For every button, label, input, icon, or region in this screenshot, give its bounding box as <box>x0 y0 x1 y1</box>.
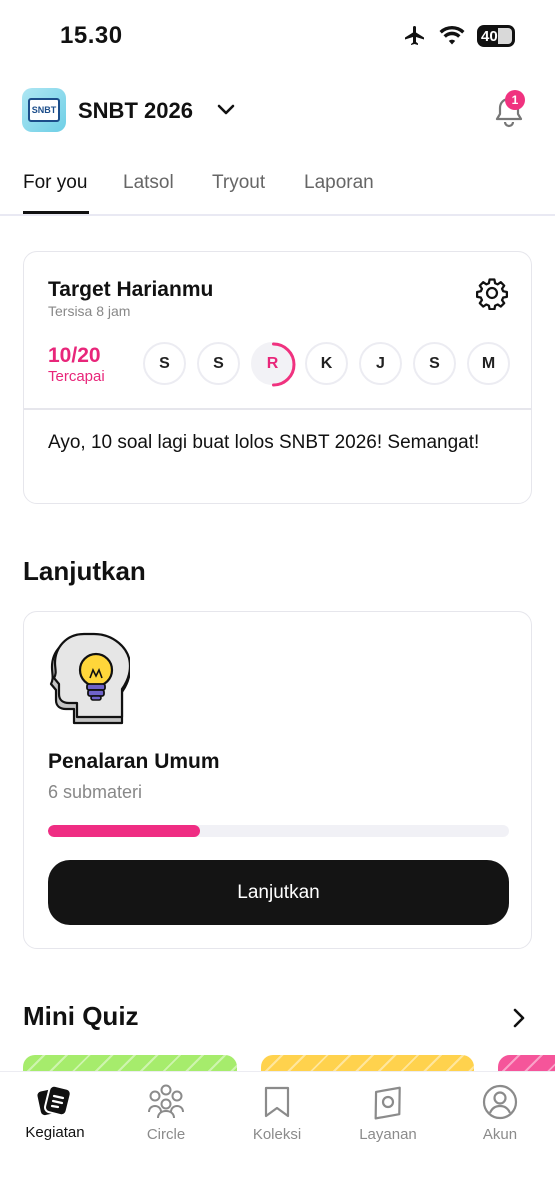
bookmark-icon <box>264 1086 290 1118</box>
program-selector-title[interactable]: SNBT 2026 <box>78 98 193 124</box>
tab-laporan[interactable]: Laporan <box>304 172 374 194</box>
nav-circle[interactable]: Circle <box>121 1084 211 1143</box>
nav-koleksi[interactable]: Koleksi <box>232 1084 322 1143</box>
continue-card[interactable]: Penalaran Umum 6 submateri Lanjutkan <box>23 611 532 949</box>
daily-target-title: Target Harianmu <box>48 278 214 301</box>
notification-button[interactable]: 1 <box>493 90 525 135</box>
week-days: S S R K J S M <box>143 342 510 387</box>
daily-progress-label: Tercapai <box>48 368 105 385</box>
wifi-icon <box>439 25 465 45</box>
battery-level: 40 <box>481 27 498 45</box>
notification-badge: 1 <box>505 90 525 110</box>
nav-label: Kegiatan <box>25 1124 85 1141</box>
daily-target-card: Target Harianmu Tersisa 8 jam 10/20 Terc… <box>23 251 532 504</box>
day-letter: R <box>266 354 279 372</box>
daily-progress-count: 10/20 <box>48 344 101 367</box>
tab-tryout[interactable]: Tryout <box>212 172 265 194</box>
day-circle: J <box>359 342 402 385</box>
subject-progress-fill <box>48 825 201 837</box>
lightbulb-head-icon <box>49 632 130 725</box>
account-icon <box>482 1084 518 1120</box>
airplane-icon <box>405 26 424 45</box>
chevron-down-icon[interactable] <box>216 100 236 120</box>
gear-icon[interactable] <box>475 276 509 310</box>
nav-kegiatan[interactable]: Kegiatan <box>10 1084 100 1141</box>
day-circle: S <box>197 342 240 385</box>
continue-button[interactable]: Lanjutkan <box>48 860 509 925</box>
subject-title: Penalaran Umum <box>48 750 220 773</box>
subject-progress-track <box>48 825 509 837</box>
day-circle: S <box>413 342 456 385</box>
status-time: 15.30 <box>60 22 123 49</box>
nav-label: Akun <box>482 1126 518 1143</box>
day-circle: M <box>467 342 510 385</box>
status-icons: 40 <box>403 24 515 48</box>
app-logo[interactable]: SNBT <box>22 88 66 132</box>
card-divider <box>24 408 531 410</box>
daily-target-message: Ayo, 10 soal lagi buat lolos SNBT 2026! … <box>48 432 480 453</box>
app-header: SNBT SNBT 2026 1 <box>22 88 531 134</box>
day-circle: S <box>143 342 186 385</box>
active-tab-indicator <box>23 211 89 214</box>
nav-label: Koleksi <box>252 1126 302 1143</box>
nav-label: Circle <box>146 1126 186 1143</box>
continue-section-title: Lanjutkan <box>23 556 146 586</box>
chevron-right-icon[interactable] <box>509 1007 529 1029</box>
status-bar: 15.30 40 <box>0 0 555 70</box>
logo-text: SNBT <box>28 98 60 122</box>
circle-people-icon <box>148 1084 184 1119</box>
tab-latsol[interactable]: Latsol <box>123 172 174 194</box>
daily-target-remaining: Tersisa 8 jam <box>48 303 131 319</box>
tab-for-you[interactable]: For you <box>23 172 87 194</box>
nav-akun[interactable]: Akun <box>455 1084 545 1143</box>
submateri-count: 6 submateri <box>48 782 143 802</box>
day-circle-current: R <box>251 342 296 387</box>
kegiatan-icon <box>37 1084 72 1117</box>
battery-indicator: 40 <box>477 25 515 47</box>
day-circle: K <box>305 342 348 385</box>
nav-label: Layanan <box>359 1126 417 1143</box>
nav-layanan[interactable]: Layanan <box>343 1084 433 1143</box>
mini-quiz-title: Mini Quiz <box>23 1001 139 1031</box>
bottom-navigation: Kegiatan Circle Koleksi Layanan Akun <box>0 1071 555 1200</box>
tab-bar: For you Latsol Tryout Laporan <box>0 158 555 216</box>
layanan-icon <box>374 1086 401 1120</box>
